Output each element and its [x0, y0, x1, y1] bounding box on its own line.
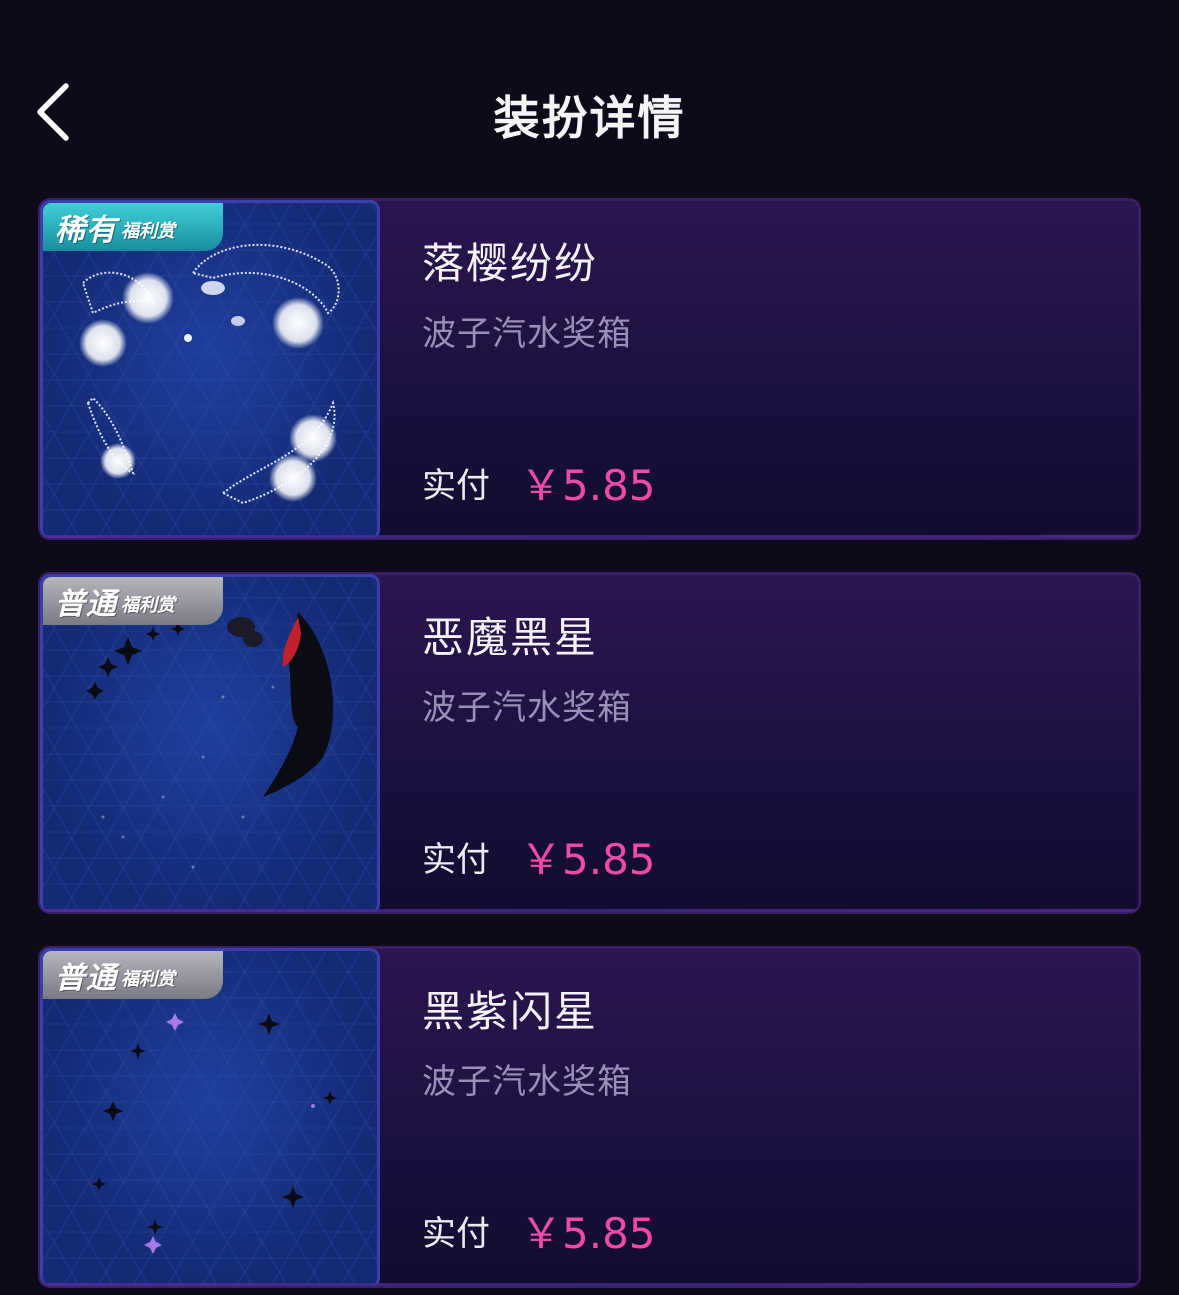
rarity-badge: 稀有 福利赏 [43, 203, 223, 251]
item-name: 恶魔黑星 [422, 613, 599, 662]
rarity-badge: 普通 福利赏 [43, 951, 223, 999]
item-price: ￥5.85 [520, 835, 656, 884]
item-thumbnail: 稀有 福利赏 [40, 200, 380, 538]
item-card-2[interactable]: 普通 福利赏 恶魔黑星 波子汽水奖箱 实付 ￥5.85 [38, 572, 1141, 914]
item-card-3[interactable]: 普通 福利赏 黑紫闪星 波子汽水奖箱 实付 ￥5.85 [38, 946, 1141, 1288]
item-card-1[interactable]: 稀有 福利赏 落樱纷纷 波子汽水奖箱 实付 ￥5.85 [38, 198, 1141, 540]
pay-label: 实付 [422, 1214, 490, 1254]
item-thumbnail: 普通 福利赏 [40, 574, 380, 912]
item-name: 黑紫闪星 [422, 987, 599, 1036]
item-source: 波子汽水奖箱 [422, 314, 632, 354]
badge-sub-label: 福利赏 [121, 221, 175, 242]
header: 装扮详情 [0, 0, 1179, 190]
item-source: 波子汽水奖箱 [422, 1062, 632, 1102]
item-thumbnail: 普通 福利赏 [40, 948, 380, 1286]
pay-label: 实付 [422, 466, 490, 506]
item-name: 落樱纷纷 [422, 239, 599, 288]
page-title: 装扮详情 [493, 91, 686, 145]
item-source: 波子汽水奖箱 [422, 688, 632, 728]
purple-sparkle-art [92, 1013, 337, 1254]
badge-main-label: 普通 [55, 587, 117, 622]
item-price: ￥5.85 [520, 461, 656, 510]
badge-main-label: 普通 [55, 961, 117, 996]
item-price: ￥5.85 [520, 1209, 656, 1258]
badge-sub-label: 福利赏 [121, 969, 175, 990]
badge-sub-label: 福利赏 [121, 595, 175, 616]
demon-star-art [86, 612, 334, 869]
sakura-ribbon-art [79, 243, 340, 505]
pay-label: 实付 [422, 840, 490, 880]
rarity-badge: 普通 福利赏 [43, 577, 223, 625]
badge-main-label: 稀有 [55, 213, 117, 248]
